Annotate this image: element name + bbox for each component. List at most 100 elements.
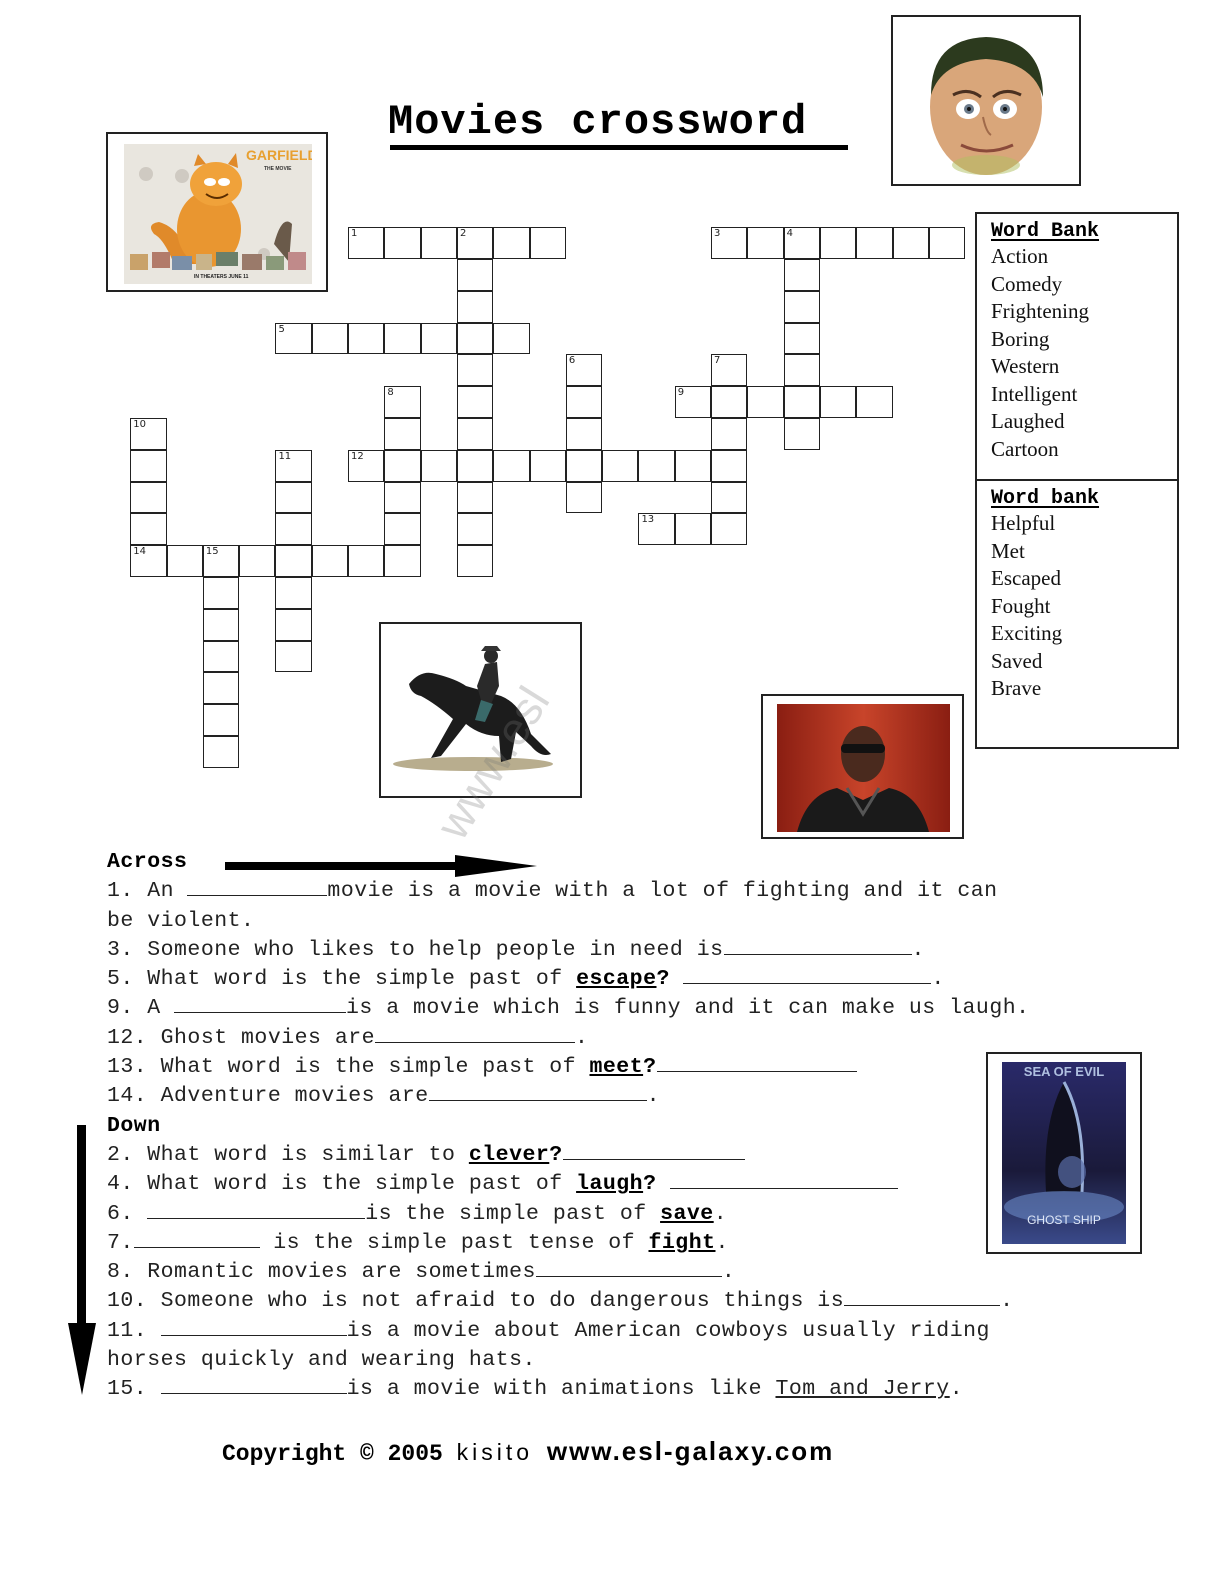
answer-blank[interactable] — [683, 965, 932, 985]
crossword-cell[interactable] — [747, 386, 784, 419]
crossword-cell[interactable] — [275, 577, 312, 609]
crossword-cell[interactable] — [166, 545, 203, 578]
crossword-cell[interactable] — [783, 418, 820, 450]
crossword-cell[interactable] — [384, 513, 421, 546]
crossword-cell[interactable] — [384, 227, 421, 260]
answer-blank[interactable] — [562, 1141, 745, 1160]
crossword-cell[interactable] — [819, 227, 857, 260]
website-link[interactable]: www.esl-galaxy.com — [547, 1436, 834, 1466]
crossword-cell[interactable] — [420, 227, 457, 260]
crossword-cell[interactable] — [819, 386, 857, 419]
crossword-cell-11[interactable]: 11 — [275, 449, 312, 482]
crossword-cell[interactable] — [384, 449, 421, 482]
crossword-cell[interactable] — [674, 513, 712, 546]
crossword-cell-15[interactable]: 15 — [202, 545, 240, 578]
crossword-cell[interactable] — [384, 418, 421, 450]
crossword-cell[interactable] — [493, 322, 530, 355]
crossword-cell[interactable] — [529, 449, 566, 482]
answer-blank[interactable] — [174, 994, 347, 1014]
crossword-cell-6[interactable]: 6 — [565, 354, 603, 387]
crossword-cell-9[interactable]: 9 — [674, 386, 712, 419]
crossword-cell[interactable] — [311, 322, 349, 355]
answer-blank[interactable] — [844, 1287, 1001, 1307]
crossword-cell[interactable] — [529, 227, 566, 260]
crossword-cell[interactable] — [275, 608, 312, 641]
crossword-cell[interactable] — [456, 354, 494, 387]
crossword-cell[interactable] — [565, 481, 603, 514]
crossword-cell[interactable] — [420, 449, 457, 482]
crossword-cell[interactable] — [348, 545, 385, 578]
crossword-cell[interactable] — [456, 386, 494, 419]
crossword-cell-8[interactable]: 8 — [384, 386, 421, 419]
crossword-cell[interactable] — [239, 545, 276, 578]
crossword-cell[interactable] — [456, 418, 494, 450]
answer-blank[interactable] — [133, 1229, 260, 1248]
answer-blank[interactable] — [656, 1053, 857, 1073]
crossword-cell-12[interactable]: 12 — [348, 449, 385, 482]
crossword-cell[interactable] — [456, 259, 494, 291]
crossword-cell[interactable] — [348, 322, 385, 355]
crossword-cell[interactable] — [493, 227, 530, 260]
crossword-cell[interactable] — [565, 449, 603, 482]
crossword-cell[interactable] — [711, 418, 748, 450]
crossword-cell[interactable] — [384, 481, 421, 514]
crossword-cell[interactable] — [711, 513, 748, 546]
crossword-cell[interactable] — [711, 386, 748, 419]
crossword-cell[interactable] — [275, 640, 312, 673]
crossword-cell-5[interactable]: 5 — [275, 322, 312, 355]
crossword-cell-14[interactable]: 14 — [130, 545, 167, 578]
answer-blank[interactable] — [160, 1375, 347, 1395]
answer-blank[interactable] — [428, 1082, 647, 1102]
crossword-cell[interactable] — [275, 545, 312, 578]
answer-blank[interactable] — [147, 1200, 366, 1219]
crossword-cell[interactable] — [783, 290, 820, 323]
crossword-cell[interactable] — [275, 513, 312, 546]
answer-blank[interactable] — [669, 1170, 898, 1190]
crossword-cell[interactable] — [202, 640, 240, 673]
crossword-cell-1[interactable]: 1 — [348, 227, 385, 260]
crossword-cell[interactable] — [565, 418, 603, 450]
crossword-cell-10[interactable]: 10 — [130, 418, 167, 450]
crossword-cell[interactable] — [928, 227, 966, 260]
crossword-cell-4[interactable]: 4 — [783, 227, 820, 260]
crossword-cell[interactable] — [674, 449, 712, 482]
crossword-cell[interactable] — [783, 386, 820, 419]
crossword-cell[interactable] — [602, 449, 639, 482]
answer-blank[interactable] — [160, 1317, 347, 1336]
crossword-cell[interactable] — [892, 227, 929, 260]
crossword-cell[interactable] — [202, 577, 240, 609]
crossword-cell[interactable] — [565, 386, 603, 419]
crossword-cell[interactable] — [384, 545, 421, 578]
crossword-cell[interactable] — [456, 322, 494, 355]
crossword-cell[interactable] — [420, 322, 457, 355]
crossword-cell[interactable] — [275, 481, 312, 514]
crossword-cell[interactable] — [711, 481, 748, 514]
crossword-cell[interactable] — [783, 259, 820, 291]
crossword-cell[interactable] — [783, 322, 820, 355]
crossword-cell[interactable] — [856, 386, 893, 419]
crossword-cell[interactable] — [456, 449, 494, 482]
crossword-cell[interactable] — [130, 449, 167, 482]
answer-blank[interactable] — [723, 936, 912, 955]
answer-blank[interactable] — [375, 1024, 576, 1043]
crossword-cell[interactable] — [130, 481, 167, 514]
crossword-cell[interactable] — [456, 513, 494, 546]
crossword-cell[interactable] — [747, 227, 784, 260]
answer-blank[interactable] — [535, 1258, 722, 1278]
crossword-cell[interactable] — [311, 545, 349, 578]
crossword-cell[interactable] — [456, 481, 494, 514]
crossword-cell[interactable] — [202, 672, 240, 705]
crossword-cell[interactable] — [638, 449, 675, 482]
crossword-cell[interactable] — [711, 449, 748, 482]
crossword-cell[interactable] — [493, 449, 530, 482]
crossword-cell[interactable] — [456, 545, 494, 578]
answer-blank[interactable] — [187, 877, 328, 897]
crossword-cell[interactable] — [384, 322, 421, 355]
crossword-cell-3[interactable]: 3 — [711, 227, 748, 260]
crossword-cell[interactable] — [856, 227, 893, 260]
crossword-cell[interactable] — [130, 513, 167, 546]
crossword-cell-13[interactable]: 13 — [638, 513, 675, 546]
crossword-cell[interactable] — [202, 736, 240, 768]
crossword-cell[interactable] — [202, 608, 240, 641]
crossword-cell[interactable] — [783, 354, 820, 387]
